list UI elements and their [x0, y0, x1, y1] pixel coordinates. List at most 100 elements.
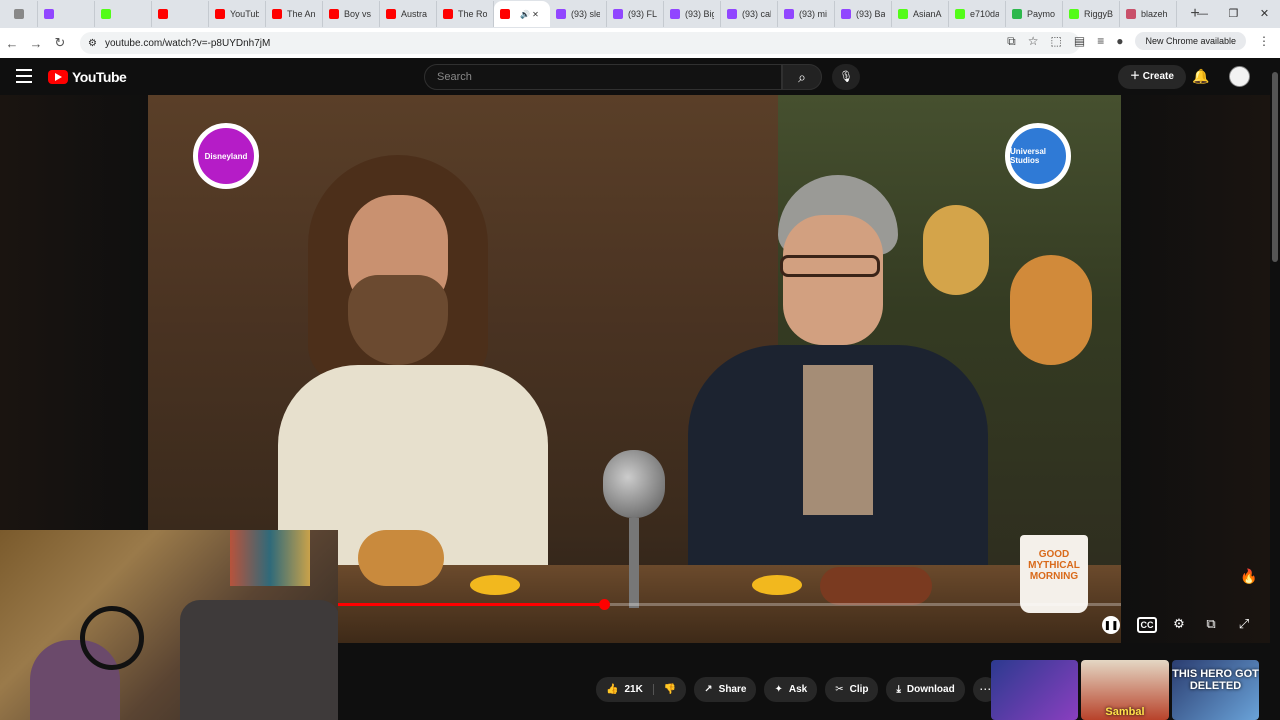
browser-tab[interactable] — [38, 1, 95, 27]
tab-favicon-icon — [1069, 9, 1079, 19]
search-icon: ⌕ — [798, 69, 806, 85]
profile-icon[interactable]: ● — [1116, 34, 1123, 48]
captions-icon[interactable]: CC — [1137, 617, 1157, 633]
like-button[interactable]: 👍 21K — [596, 684, 654, 695]
browser-tab[interactable]: blazeh — [1120, 1, 1177, 27]
recommendation-thumbnail[interactable]: THIS HERO GOT DELETED — [1172, 660, 1259, 720]
scissors-icon: ✂ — [835, 684, 844, 695]
browser-tab[interactable]: e710da — [949, 1, 1006, 27]
fire-icon: 🔥 — [1240, 568, 1258, 584]
cast-icon[interactable]: ⧉ — [1007, 34, 1016, 49]
dislike-button[interactable]: 👎 — [654, 684, 686, 695]
close-window-icon[interactable]: ✕ — [1249, 0, 1280, 28]
cheese-dip-left — [470, 575, 520, 595]
browser-tab[interactable]: (93) sle — [550, 1, 607, 27]
avatar[interactable] — [1229, 66, 1250, 87]
youtube-header: YouTube Search ⌕ 🎙 ＋ Create 🔔 — [0, 58, 1280, 95]
ask-button[interactable]: ✦ Ask — [764, 677, 818, 702]
fullscreen-icon[interactable]: ⤢ — [1233, 616, 1255, 634]
recommendation-thumbnail[interactable] — [991, 660, 1078, 720]
browser-tab[interactable] — [95, 1, 152, 27]
pastry-plate — [820, 567, 932, 605]
notifications-bell-icon[interactable]: 🔔 — [1192, 68, 1209, 85]
restore-icon[interactable]: ❐ — [1218, 0, 1249, 28]
browser-tab[interactable]: (93) Ba — [835, 1, 892, 27]
browser-tab[interactable]: 🔊 ✕ — [494, 1, 550, 27]
voice-search-button[interactable]: 🎙 — [832, 64, 860, 90]
browser-tab[interactable]: (93) mi — [778, 1, 835, 27]
tab-title: (93) Ba — [856, 9, 885, 19]
download-icon: ⤓ — [896, 684, 901, 695]
youtube-logo[interactable]: YouTube — [48, 69, 127, 85]
tab-title: (93) cal — [742, 9, 771, 19]
site-info-icon[interactable]: ⚙ — [88, 38, 97, 49]
browser-tab[interactable] — [152, 1, 209, 27]
pause-button[interactable]: ❚❚ — [1102, 616, 1120, 634]
tab-favicon-icon — [670, 9, 680, 19]
browser-tab[interactable]: The Ro — [437, 1, 494, 27]
universal-badge: Universal Studios — [1005, 123, 1071, 189]
tab-title: e710da — [970, 9, 999, 19]
share-button[interactable]: ↗ Share — [694, 677, 757, 702]
extensions-icon[interactable]: ⬚ — [1051, 34, 1062, 48]
tab-title: Austra — [401, 9, 428, 19]
browser-tab[interactable]: The An — [266, 1, 323, 27]
progress-fill — [338, 603, 605, 606]
tab-favicon-icon — [215, 9, 225, 19]
sofa — [180, 600, 338, 720]
download-button[interactable]: ⤓ Download — [886, 677, 965, 702]
recommendation-thumbnail[interactable]: Sambal — [1081, 660, 1169, 720]
forward-icon[interactable]: → — [24, 36, 48, 51]
tab-favicon-icon — [158, 9, 168, 19]
miniplayer-icon[interactable]: ⧉ — [1200, 616, 1222, 634]
tab-favicon-icon — [101, 9, 111, 19]
create-label: Create — [1142, 71, 1174, 82]
browser-tab[interactable]: Paymo — [1006, 1, 1063, 27]
tab-audio-close-icon[interactable]: 🔊 ✕ — [520, 10, 539, 19]
browser-tab[interactable]: (93) cal — [721, 1, 778, 27]
settings-gear-icon[interactable]: ⚙ — [1168, 616, 1190, 634]
browser-tab[interactable]: RiggyB — [1063, 1, 1120, 27]
browser-tab[interactable]: Austra — [380, 1, 437, 27]
browser-tab[interactable]: YouTub — [209, 1, 266, 27]
tapestry — [230, 530, 310, 586]
kebab-menu-icon[interactable]: ⋮ — [1258, 34, 1270, 48]
browser-tab[interactable]: (93) FL — [607, 1, 664, 27]
tab-title: Paymo — [1027, 9, 1056, 19]
scrollbar-thumb[interactable] — [1272, 72, 1278, 262]
url-field[interactable]: ⚙ youtube.com/watch?v=-p8UYDnh7jM — [80, 32, 1080, 54]
browser-tab[interactable]: (93) Big — [664, 1, 721, 27]
youtube-play-logo-icon — [48, 70, 68, 84]
search-input[interactable]: Search — [424, 64, 782, 90]
search-button[interactable]: ⌕ — [782, 64, 822, 90]
tab-title: (93) mi — [799, 9, 828, 19]
tab-title: RiggyB — [1084, 9, 1113, 19]
minimize-icon[interactable]: — — [1187, 0, 1218, 28]
tab-title: (93) sle — [571, 9, 600, 19]
page-scrollbar[interactable] — [1270, 58, 1280, 720]
new-chrome-available-button[interactable]: New Chrome available — [1135, 32, 1246, 50]
back-icon[interactable]: ← — [0, 36, 24, 51]
tab-favicon-icon — [955, 9, 965, 19]
bookmark-star-icon[interactable]: ☆ — [1028, 34, 1039, 48]
share-icon: ↗ — [704, 684, 713, 695]
tab-favicon-icon — [272, 9, 282, 19]
tab-favicon-icon — [613, 9, 623, 19]
reload-icon[interactable]: ↻ — [48, 35, 72, 51]
like-dislike-group: 👍 21K 👎 — [596, 677, 687, 702]
browser-tab[interactable]: AsianA — [892, 1, 949, 27]
media-icon[interactable]: ≡ — [1097, 34, 1104, 48]
microphone — [603, 450, 665, 608]
browser-tab[interactable]: Boy vs — [323, 1, 380, 27]
sidebar-icon[interactable]: ▤ — [1074, 34, 1085, 48]
tab-title: (93) Big — [685, 9, 714, 19]
hamburger-menu-icon[interactable] — [16, 69, 32, 87]
create-button[interactable]: ＋ Create — [1118, 65, 1186, 89]
tab-favicon-icon — [329, 9, 339, 19]
tab-title: The An — [287, 9, 316, 19]
tab-favicon-icon — [784, 9, 794, 19]
tab-favicon-icon — [556, 9, 566, 19]
progress-bar[interactable] — [338, 599, 1121, 610]
browser-tab[interactable] — [8, 1, 38, 27]
clip-button[interactable]: ✂ Clip — [825, 677, 879, 702]
